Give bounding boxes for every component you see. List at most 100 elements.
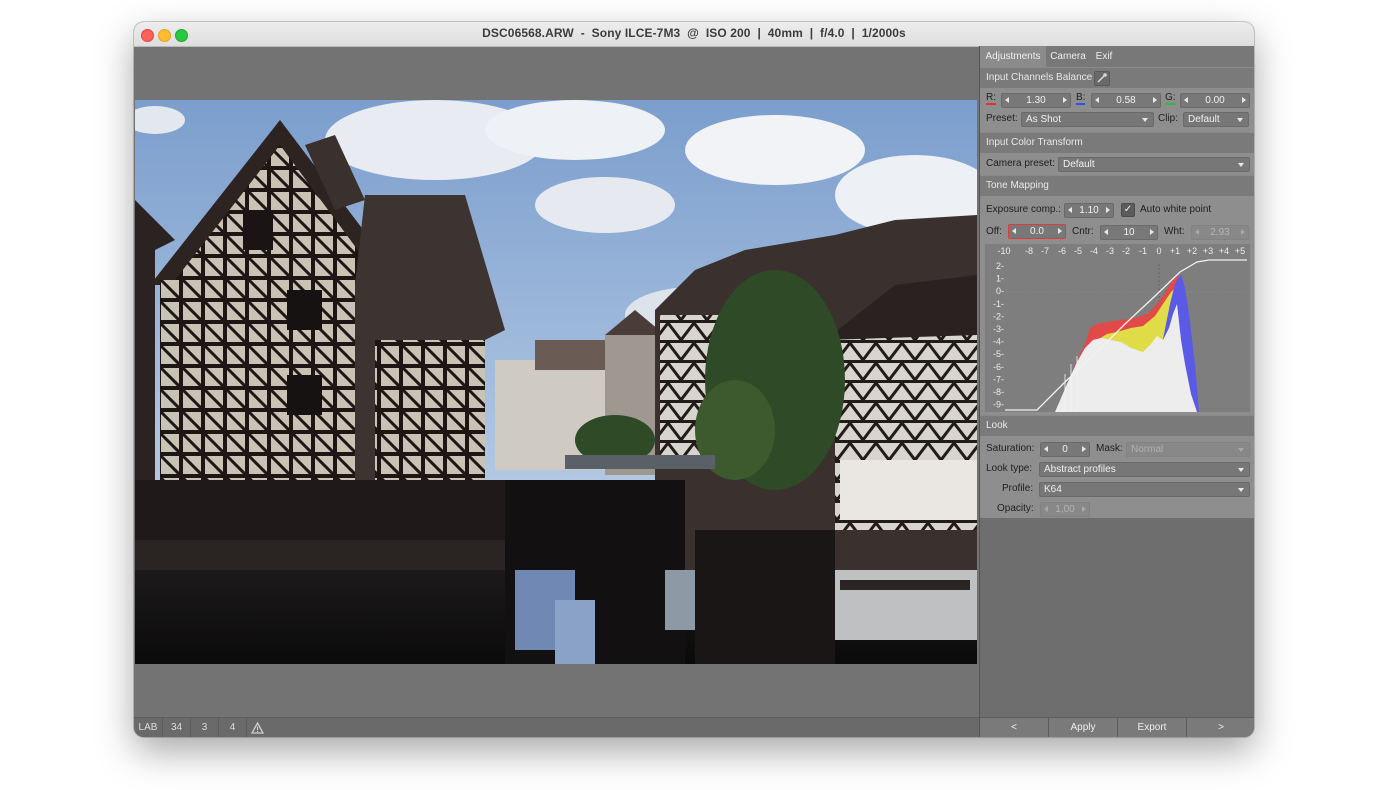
y-tick-label: -5-	[993, 349, 1004, 359]
camera-preset-select[interactable]: Default	[1058, 157, 1250, 172]
y-tick-label: -3-	[993, 324, 1004, 334]
camera-preset-value: Default	[1063, 159, 1095, 170]
status-value-3: 4	[219, 718, 247, 737]
input-color-transform-header[interactable]: Input Color Transform	[980, 132, 1254, 154]
y-tick-label: 0-	[996, 286, 1004, 296]
apply-button[interactable]: Apply	[1049, 718, 1118, 737]
tone-mapping-title: Tone Mapping	[986, 180, 1049, 191]
x-tick-label: -1	[1139, 246, 1147, 256]
auto-white-point-label: Auto white point	[1140, 204, 1212, 215]
b-channel-spinner[interactable]: 0.58	[1091, 93, 1161, 108]
look-title: Look	[986, 420, 1008, 431]
saturation-spinner[interactable]: 0	[1040, 442, 1090, 457]
x-tick-label: -3	[1106, 246, 1114, 256]
mask-select: Normal	[1126, 442, 1250, 457]
look-body: Saturation: 0 Mask: Normal Look type: Ab…	[980, 436, 1254, 518]
tab-camera[interactable]: Camera	[1046, 46, 1090, 67]
g-value: 0.00	[1205, 95, 1225, 106]
clip-select[interactable]: Default	[1183, 112, 1249, 127]
y-tick-label: -1-	[993, 299, 1004, 309]
r-label: R:	[986, 92, 996, 105]
preset-value: As Shot	[1026, 114, 1062, 125]
tab-exif[interactable]: Exif	[1090, 46, 1118, 67]
x-tick-label: +3	[1203, 246, 1213, 256]
clip-label: Clip:	[1158, 113, 1179, 124]
x-tick-label: +4	[1219, 246, 1229, 256]
y-tick-label: -9-	[993, 400, 1004, 410]
clip-value: Default	[1188, 114, 1220, 125]
input-channels-header[interactable]: Input Channels Balance	[980, 67, 1254, 89]
y-tick-label: -7-	[993, 374, 1004, 384]
contrast-value: 10	[1123, 227, 1135, 238]
x-tick-label: +5	[1235, 246, 1245, 256]
image-viewer[interactable]	[134, 47, 979, 717]
mask-label: Mask:	[1096, 443, 1123, 454]
exposure-comp-label: Exposure comp.:	[986, 204, 1062, 215]
r-value: 1.30	[1026, 95, 1046, 106]
y-tick-label: -8-	[993, 387, 1004, 397]
look-type-select[interactable]: Abstract profiles	[1039, 462, 1250, 477]
x-tick-label: -7	[1041, 246, 1049, 256]
x-tick-label: -8	[1025, 246, 1033, 256]
white-label: Wht:	[1164, 226, 1185, 237]
tab-adjustments[interactable]: Adjustments	[980, 46, 1046, 67]
color-space-label: LAB	[134, 718, 163, 737]
input-channels-body: R: 1.30 B: 0.58 G: 0.00 Preset: As Shot …	[980, 88, 1254, 132]
look-type-value: Abstract profiles	[1044, 464, 1116, 475]
x-tick-label: -5	[1074, 246, 1082, 256]
g-label: G:	[1165, 92, 1176, 105]
y-tick-label: 1-	[996, 274, 1004, 284]
x-tick-label: +1	[1170, 246, 1180, 256]
y-tick-label: 2-	[996, 261, 1004, 271]
g-channel-spinner[interactable]: 0.00	[1180, 93, 1250, 108]
preset-select[interactable]: As Shot	[1021, 112, 1154, 127]
adjustments-panel: Adjustments Camera Exif Input Channels B…	[979, 46, 1254, 737]
app-window: DSC06568.ARW - Sony ILCE-7M3 @ ISO 200 |…	[134, 22, 1254, 737]
x-tick-label: -4	[1090, 246, 1098, 256]
input-color-transform-title: Input Color Transform	[986, 137, 1083, 148]
preset-label: Preset:	[986, 113, 1018, 124]
x-tick-label: -10	[997, 246, 1010, 256]
status-bar: LAB 34 3 4	[134, 717, 979, 737]
b-label: B:	[1076, 92, 1086, 105]
mask-value: Normal	[1131, 444, 1164, 455]
window-title: DSC06568.ARW - Sony ILCE-7M3 @ ISO 200 |…	[482, 26, 906, 40]
white-value: 2.93	[1210, 227, 1230, 238]
offset-label: Off:	[986, 226, 1002, 237]
x-tick-label: -2	[1122, 246, 1130, 256]
auto-white-point-checkbox[interactable]: ✓	[1121, 203, 1135, 217]
profile-value: K64	[1044, 484, 1062, 495]
saturation-value: 0	[1062, 444, 1068, 455]
exposure-comp-spinner[interactable]: 1.10	[1064, 203, 1114, 218]
export-button[interactable]: Export	[1118, 718, 1187, 737]
y-tick-label: -2-	[993, 311, 1004, 321]
profile-label: Profile:	[1002, 483, 1034, 494]
status-value-1: 34	[163, 718, 191, 737]
r-channel-spinner[interactable]: 1.30	[1001, 93, 1071, 108]
input-channels-title: Input Channels Balance	[986, 72, 1093, 83]
offset-spinner[interactable]: 0.0	[1008, 224, 1066, 239]
tone-mapping-header[interactable]: Tone Mapping	[980, 175, 1254, 197]
opacity-spinner: 1,00	[1040, 502, 1090, 517]
status-value-2: 3	[191, 718, 219, 737]
saturation-label: Saturation:	[986, 443, 1035, 454]
opacity-value: 1,00	[1055, 504, 1075, 515]
panel-bottom-bar: < Apply Export >	[980, 717, 1254, 737]
contrast-spinner[interactable]: 10	[1100, 225, 1158, 240]
x-tick-label: +2	[1187, 246, 1197, 256]
profile-select[interactable]: K64	[1039, 482, 1250, 497]
title-bar: DSC06568.ARW - Sony ILCE-7M3 @ ISO 200 |…	[134, 22, 1254, 47]
exposure-comp-value: 1.10	[1079, 205, 1099, 216]
look-header[interactable]: Look	[980, 415, 1254, 437]
next-button[interactable]: >	[1187, 718, 1254, 737]
previous-button[interactable]: <	[980, 718, 1049, 737]
panel-tabs: Adjustments Camera Exif	[980, 46, 1254, 68]
offset-value: 0.0	[1030, 226, 1044, 237]
x-tick-label: 0	[1156, 246, 1161, 256]
look-type-label: Look type:	[986, 463, 1033, 474]
tone-curve-graph[interactable]: -10 -8 -7 -6 -5 -4 -3 -2 -1 0 +1 +2 +3 +4 +5 2-1-0--1-…	[985, 244, 1250, 412]
warning-triangle-icon[interactable]	[247, 718, 267, 737]
b-value: 0.58	[1116, 95, 1136, 106]
photo-preview	[135, 100, 977, 664]
eyedropper-icon[interactable]	[1094, 71, 1110, 86]
